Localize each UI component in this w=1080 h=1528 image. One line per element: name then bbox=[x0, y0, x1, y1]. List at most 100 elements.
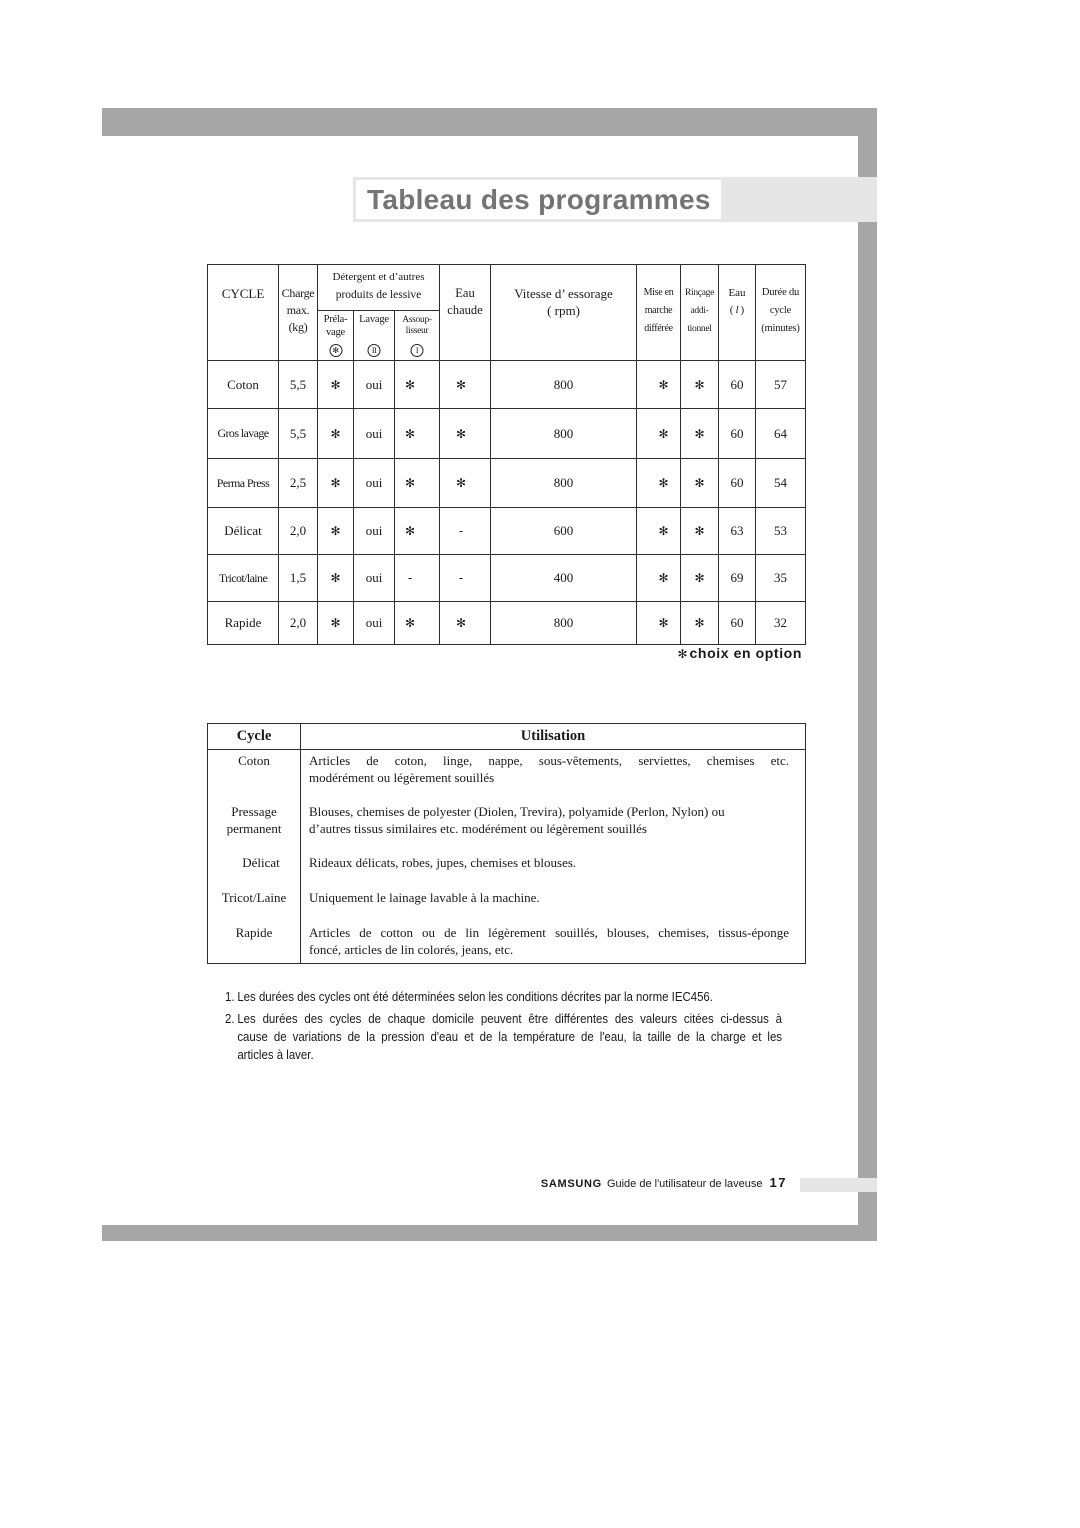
note-item: 1. Les durées des cycles ont été détermi… bbox=[225, 988, 782, 1006]
program-row: Coton 5,5 ✻ oui ✻ ✻ 800 ✻ ✻ 60 57 bbox=[207, 360, 806, 409]
cell-rincage: ✻ bbox=[680, 554, 719, 602]
cell-eau-chaude: ✻ bbox=[439, 601, 491, 645]
header-vitesse-line: Vitesse d’ essorage bbox=[514, 286, 613, 301]
header-assouplisseur: Assoup- lisseur I bbox=[394, 310, 440, 361]
cell-prelavage: ✻ bbox=[317, 601, 354, 645]
note-item: 2. Les durées des cycles de chaque domic… bbox=[225, 1010, 782, 1064]
header-eau-unit: (l) bbox=[720, 302, 755, 319]
cell-eau: 69 bbox=[718, 554, 756, 602]
note-number: 2. bbox=[225, 1011, 235, 1026]
cell-eau: 60 bbox=[718, 458, 756, 508]
cell-cycle: Coton bbox=[207, 360, 279, 409]
usage-line: d’autres tissus similaires etc. modéréme… bbox=[309, 821, 647, 836]
cell-mise-en-marche: ✻ bbox=[636, 360, 681, 409]
note-line: Les durées des cycles ont été déterminée… bbox=[237, 989, 713, 1004]
usage-cycle: Délicat bbox=[207, 846, 301, 881]
header-rincage-line: addi- bbox=[690, 306, 709, 316]
cell-assouplisseur: ✻ bbox=[394, 601, 440, 645]
note-number: 1. bbox=[225, 989, 235, 1004]
title-box: Tableau des programmes bbox=[356, 180, 721, 219]
header-rincage-line: Rinçage bbox=[684, 288, 715, 298]
usage-row: Tricot/Laine Uniquement le lainage lavab… bbox=[207, 881, 806, 916]
note-line: articles à laver. bbox=[237, 1047, 314, 1062]
cell-charge: 2,0 bbox=[278, 507, 318, 555]
cell-cycle: Rapide bbox=[207, 601, 279, 645]
header-prelavage-line: vage bbox=[325, 327, 346, 338]
footer-band bbox=[800, 1178, 877, 1192]
usage-line: modérément ou légèrement souillés bbox=[309, 770, 495, 785]
cell-charge: 1,5 bbox=[278, 554, 318, 602]
program-row: Perma Press 2,5 ✻ oui ✻ ✻ 800 ✻ ✻ 60 54 bbox=[207, 458, 806, 508]
cell-mise-en-marche: ✻ bbox=[636, 507, 681, 555]
header-lavage: Lavage II bbox=[353, 310, 395, 361]
option-legend-label: choix en option bbox=[689, 645, 802, 661]
note-line: Les durées des cycles de chaque domicile… bbox=[237, 1011, 783, 1026]
usage-description: Rideaux délicats, robes, jupes, chemises… bbox=[301, 846, 806, 881]
header-assouplisseur-line: Assoup- bbox=[402, 315, 432, 325]
usage-cycle-line: Délicat bbox=[242, 855, 280, 870]
header-eau-chaude: Eau chaude bbox=[439, 264, 491, 361]
header-duree-line: Durée du bbox=[761, 287, 800, 298]
cell-vitesse: 800 bbox=[490, 360, 637, 409]
cell-eau: 63 bbox=[718, 507, 756, 555]
usage-cycle-line: Rapide bbox=[235, 925, 273, 940]
page-footer: SAMSUNG Guide de l'utilisateur de laveuse… bbox=[541, 1175, 787, 1192]
cell-rincage: ✻ bbox=[680, 601, 719, 645]
header-detergent-line: Détergent et d’autres bbox=[332, 271, 425, 283]
usage-cycle: Tricot/Laine bbox=[207, 881, 301, 916]
cell-eau-chaude: ✻ bbox=[439, 408, 491, 459]
header-rincage-line: tionnel bbox=[687, 324, 712, 334]
cell-mise-en-marche: ✻ bbox=[636, 601, 681, 645]
cell-charge: 2,0 bbox=[278, 601, 318, 645]
page-title: Tableau des programmes bbox=[367, 184, 711, 215]
program-row: Délicat 2,0 ✻ oui ✻ - 600 ✻ ✻ 63 53 bbox=[207, 507, 806, 555]
cell-duree: 32 bbox=[755, 601, 806, 645]
option-mark-icon: ✻ bbox=[677, 647, 688, 661]
header-row: CYCLE Charge max. (kg) Détergent et d’au… bbox=[207, 264, 806, 361]
footer-guide-title: Guide de l'utilisateur de laveuse bbox=[606, 1178, 763, 1190]
program-row: Tricot/laine 1,5 ✻ oui - - 400 ✻ ✻ 69 35 bbox=[207, 554, 806, 602]
usage-line: foncé, articles de lin colorés, jeans, e… bbox=[309, 942, 514, 957]
cell-vitesse: 800 bbox=[490, 601, 637, 645]
cell-lavage: oui bbox=[353, 507, 395, 555]
cell-prelavage: ✻ bbox=[317, 360, 354, 409]
program-row: Gros lavage 5,5 ✻ oui ✻ ✻ 800 ✻ ✻ 60 64 bbox=[207, 408, 806, 459]
header-charge-line: (kg) bbox=[288, 320, 308, 334]
header-duree: Durée du cycle (minutes) bbox=[755, 264, 806, 361]
page-number: 17 bbox=[769, 1175, 787, 1190]
cell-lavage: oui bbox=[353, 408, 395, 459]
usage-header-row: Cycle Utilisation bbox=[207, 723, 806, 750]
usage-cycle: Coton bbox=[207, 749, 301, 795]
header-cycle-label: CYCLE bbox=[221, 286, 265, 301]
header-detergent: Détergent et d’autres produits de lessiv… bbox=[317, 264, 440, 311]
usage-cycle-line: Coton bbox=[238, 753, 270, 768]
header-prelavage: Préla- vage ✻ bbox=[317, 310, 354, 361]
cell-prelavage: ✻ bbox=[317, 554, 354, 602]
cell-duree: 53 bbox=[755, 507, 806, 555]
header-eau: Eau (l) bbox=[718, 264, 756, 361]
header-eau-chaude-line: chaude bbox=[447, 303, 483, 317]
header-eau-chaude-line: Eau bbox=[455, 286, 475, 300]
program-table: CYCLE Charge max. (kg) Détergent et d’au… bbox=[207, 264, 806, 645]
cell-lavage: oui bbox=[353, 554, 395, 602]
usage-description: Articles de cotton ou de lin légèrement … bbox=[301, 916, 806, 964]
header-detergent-line: produits de lessive bbox=[335, 289, 422, 301]
usage-line: Blouses, chemises de polyester (Diolen, … bbox=[309, 804, 725, 819]
usage-description: Uniquement le lainage lavable à la machi… bbox=[301, 881, 806, 916]
footer-brand: SAMSUNG bbox=[540, 1178, 602, 1190]
header-duree-line: cycle bbox=[769, 305, 792, 316]
usage-line: Articles de cotton ou de lin légèrement … bbox=[309, 925, 789, 940]
cell-cycle: Perma Press bbox=[207, 458, 279, 508]
cell-rincage: ✻ bbox=[680, 408, 719, 459]
usage-line: Rideaux délicats, robes, jupes, chemises… bbox=[309, 855, 577, 870]
header-duree-line: (minutes) bbox=[761, 323, 800, 334]
usage-line: Articles de coton, linge, nappe, sous-vê… bbox=[309, 753, 789, 768]
header-charge-line: Charge bbox=[281, 286, 315, 300]
header-mise-en-marche: Mise en marche différée bbox=[636, 264, 681, 361]
usage-cycle-line: Tricot/Laine bbox=[221, 890, 287, 905]
cell-prelavage: ✻ bbox=[317, 408, 354, 459]
main-wash-compartment-icon: II bbox=[367, 344, 381, 357]
notes: 1. Les durées des cycles ont été détermi… bbox=[225, 988, 782, 1068]
header-assouplisseur-line: lisseur bbox=[405, 326, 429, 336]
usage-cycle: Pressage permanent bbox=[207, 795, 301, 846]
